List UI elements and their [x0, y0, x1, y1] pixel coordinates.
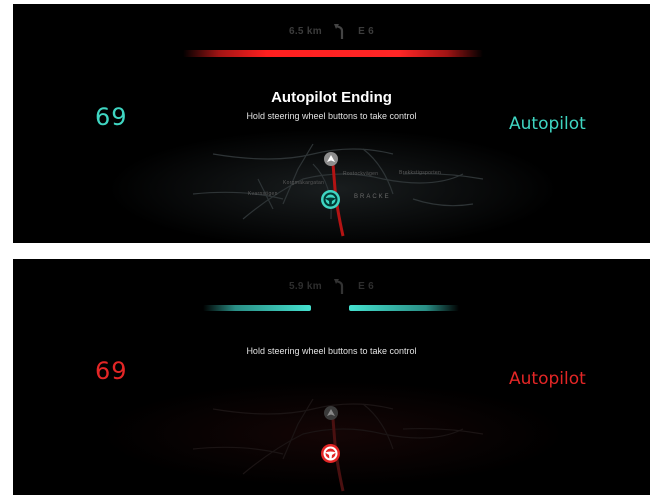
steering-wheel-icon [321, 190, 340, 209]
takeover-timer-bar-left [203, 305, 311, 311]
road-name: E 6 [358, 280, 375, 292]
speed-readout: 69 [95, 103, 128, 131]
takeover-timer-bar-right [349, 305, 459, 311]
take-control-warning-panel: 5.9 km E 6 Hold steering wheel buttons t… [13, 259, 650, 495]
vehicle-position-icon [324, 406, 338, 420]
autopilot-ending-panel: Korgmakargatan Rostockvägen Brekkstigspo… [13, 4, 650, 243]
turn-instruction: 6.5 km E 6 [13, 23, 650, 39]
distance-to-turn: 5.9 km [288, 280, 322, 292]
speed-readout: 69 [95, 357, 128, 385]
map-road-label: Kvarnstigen [248, 191, 278, 197]
map-road-label: Korgmakargatan [283, 180, 325, 186]
drive-mode-label: Autopilot [509, 114, 586, 134]
sharp-left-turn-icon [333, 23, 347, 39]
map-district-label: BRACKE [354, 194, 391, 200]
sharp-left-turn-icon [333, 278, 347, 294]
turn-instruction: 5.9 km E 6 [13, 278, 650, 294]
alert-instruction: Hold steering wheel buttons to take cont… [246, 346, 417, 356]
drive-mode-label: Autopilot [509, 369, 586, 389]
steering-wheel-icon [321, 444, 340, 463]
autopilot-ending-alert-bar [183, 50, 483, 57]
map-road-label: Rostockvägen [343, 171, 379, 177]
map-road-label: Brekkstigsporten [399, 170, 442, 176]
distance-to-turn: 6.5 km [288, 25, 322, 37]
vehicle-position-icon [324, 152, 338, 166]
road-name: E 6 [358, 25, 375, 37]
